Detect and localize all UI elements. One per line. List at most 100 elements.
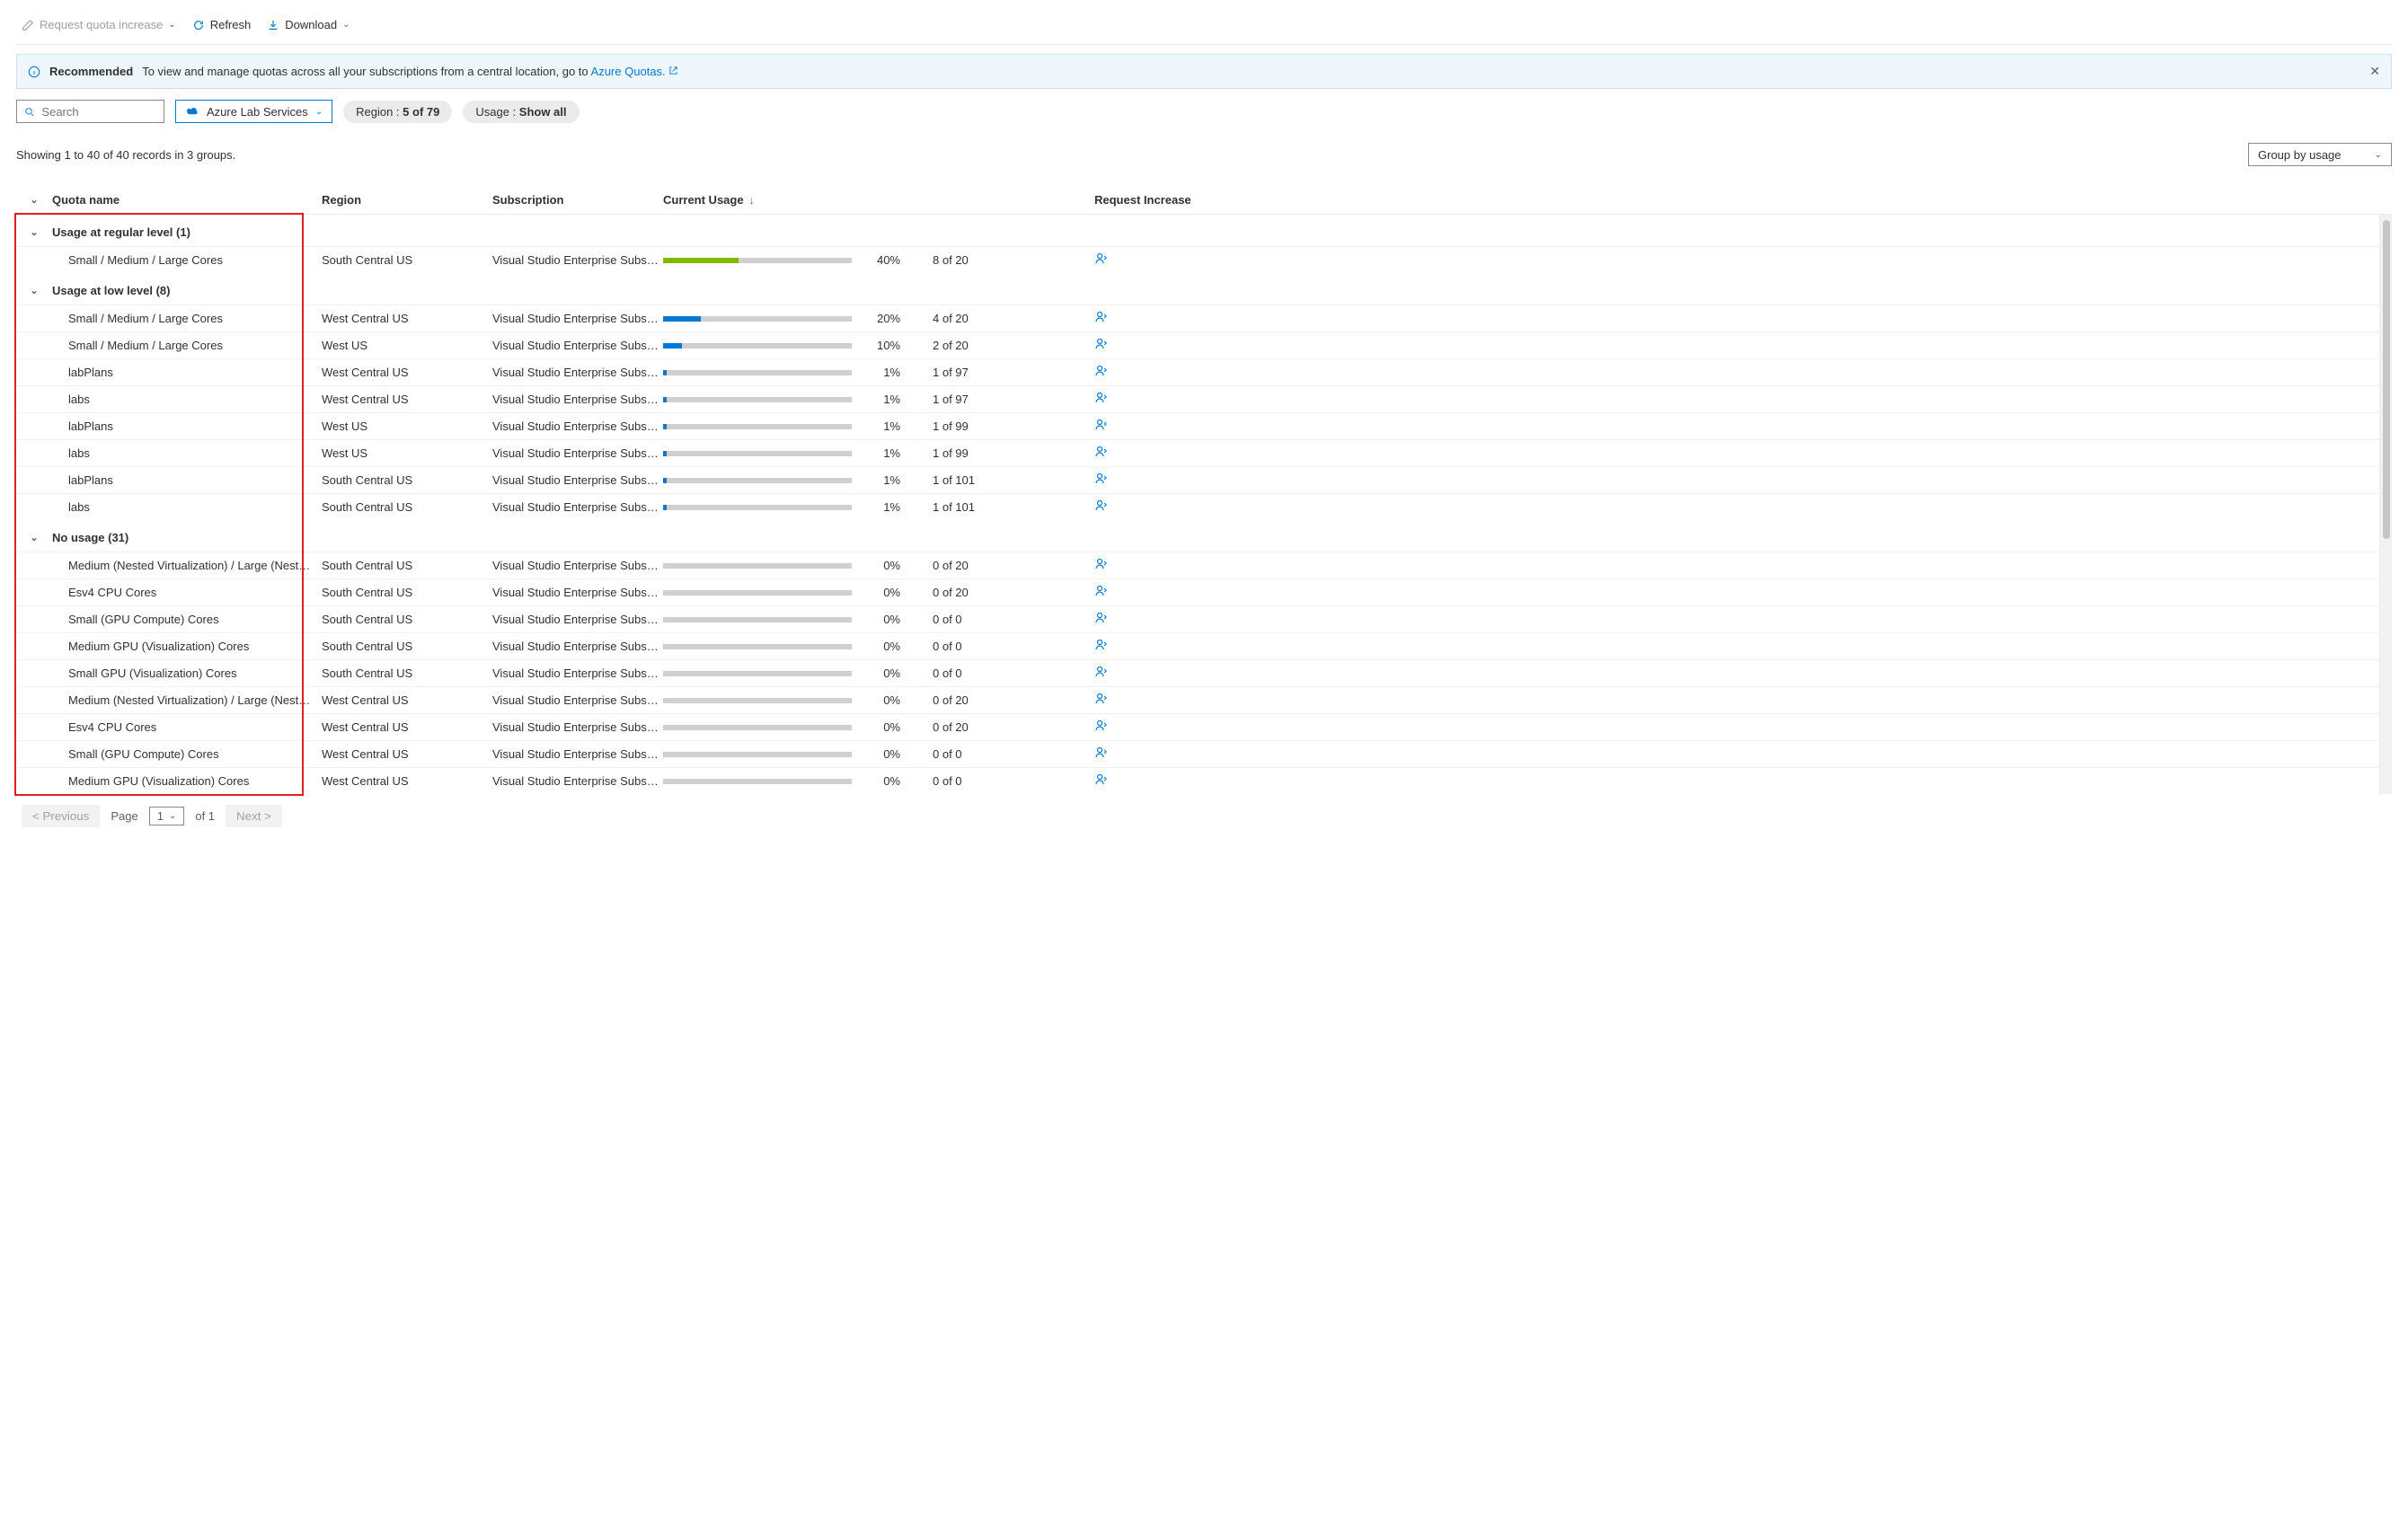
- region-cell: South Central US: [322, 473, 492, 487]
- table-row[interactable]: Esv4 CPU CoresWest Central USVisual Stud…: [16, 713, 2379, 740]
- request-quota-increase-button[interactable]: Request quota increase ⌄: [22, 18, 176, 31]
- usage-bar: [663, 617, 852, 622]
- request-increase-button[interactable]: [1094, 719, 2379, 736]
- refresh-button[interactable]: Refresh: [192, 18, 252, 31]
- quota-name: Esv4 CPU Cores: [52, 720, 322, 734]
- table-row[interactable]: labPlansSouth Central USVisual Studio En…: [16, 466, 2379, 493]
- column-header-region[interactable]: Region: [322, 193, 492, 207]
- usage-cell: 0%: [663, 720, 933, 734]
- request-increase-button[interactable]: [1094, 611, 2379, 628]
- table-row[interactable]: labsWest Central USVisual Studio Enterpr…: [16, 385, 2379, 412]
- subscription-cell: Visual Studio Enterprise Subscri…: [492, 366, 663, 379]
- region-cell: West US: [322, 446, 492, 460]
- table-row[interactable]: Small (GPU Compute) CoresSouth Central U…: [16, 605, 2379, 632]
- request-increase-button[interactable]: [1094, 746, 2379, 763]
- table-row[interactable]: Small (GPU Compute) CoresWest Central US…: [16, 740, 2379, 767]
- quota-table: ⌄ Quota name Region Subscription Current…: [16, 186, 2392, 794]
- table-row[interactable]: Esv4 CPU CoresSouth Central USVisual Stu…: [16, 578, 2379, 605]
- page-number: 1: [157, 809, 164, 823]
- usage-count: 2 of 20: [933, 339, 1094, 352]
- request-increase-button[interactable]: [1094, 638, 2379, 655]
- usage-bar: [663, 671, 852, 676]
- request-increase-button[interactable]: [1094, 391, 2379, 408]
- table-row[interactable]: Medium GPU (Visualization) CoresWest Cen…: [16, 767, 2379, 794]
- request-increase-button[interactable]: [1094, 665, 2379, 682]
- table-row[interactable]: labsSouth Central USVisual Studio Enterp…: [16, 493, 2379, 520]
- table-row[interactable]: Small / Medium / Large CoresWest USVisua…: [16, 331, 2379, 358]
- recommendation-banner: Recommended To view and manage quotas ac…: [16, 54, 2392, 89]
- refresh-label: Refresh: [210, 18, 252, 31]
- group-header[interactable]: ⌄Usage at low level (8): [16, 273, 2379, 305]
- sort-descending-icon: ↓: [749, 194, 755, 207]
- request-increase-button[interactable]: [1094, 445, 2379, 462]
- group-header[interactable]: ⌄No usage (31): [16, 520, 2379, 552]
- region-filter[interactable]: Region : 5 of 79: [343, 101, 452, 123]
- usage-count: 0 of 20: [933, 586, 1094, 599]
- search-input-wrapper[interactable]: [16, 100, 164, 123]
- request-increase-button[interactable]: [1094, 772, 2379, 790]
- request-increase-button[interactable]: [1094, 584, 2379, 601]
- column-header-name[interactable]: Quota name: [52, 193, 322, 207]
- table-row[interactable]: labPlansWest USVisual Studio Enterprise …: [16, 412, 2379, 439]
- quota-name: Small (GPU Compute) Cores: [52, 747, 322, 761]
- table-row[interactable]: Small GPU (Visualization) CoresSouth Cen…: [16, 659, 2379, 686]
- azure-quotas-link[interactable]: Azure Quotas.: [591, 65, 666, 78]
- table-row[interactable]: Small / Medium / Large CoresSouth Centra…: [16, 246, 2379, 273]
- usage-percent: 0%: [864, 559, 900, 572]
- usage-percent: 0%: [864, 747, 900, 761]
- request-increase-button[interactable]: [1094, 472, 2379, 489]
- quota-name: labPlans: [52, 366, 322, 379]
- usage-percent: 1%: [864, 393, 900, 406]
- chevron-down-icon: ⌄: [16, 285, 52, 296]
- table-row[interactable]: Medium (Nested Virtualization) / Large (…: [16, 552, 2379, 578]
- previous-page-button[interactable]: < Previous: [22, 805, 100, 827]
- request-increase-button[interactable]: [1094, 499, 2379, 516]
- usage-count: 1 of 101: [933, 500, 1094, 514]
- request-increase-button[interactable]: [1094, 252, 2379, 269]
- table-row[interactable]: Small / Medium / Large CoresWest Central…: [16, 305, 2379, 331]
- vertical-scrollbar[interactable]: [2379, 215, 2392, 794]
- request-increase-button[interactable]: [1094, 310, 2379, 327]
- usage-count: 0 of 0: [933, 774, 1094, 788]
- search-icon: [24, 106, 34, 118]
- usage-bar: [663, 343, 852, 349]
- usage-filter[interactable]: Usage : Show all: [463, 101, 579, 123]
- download-button[interactable]: Download ⌄: [267, 18, 350, 31]
- subscription-cell: Visual Studio Enterprise Subscri…: [492, 613, 663, 626]
- request-increase-button[interactable]: [1094, 418, 2379, 435]
- expand-all-toggle[interactable]: ⌄: [16, 194, 52, 206]
- column-header-usage[interactable]: Current Usage↓: [663, 193, 933, 207]
- usage-percent: 1%: [864, 473, 900, 487]
- request-increase-button[interactable]: [1094, 557, 2379, 574]
- usage-count: 0 of 20: [933, 693, 1094, 707]
- request-increase-button[interactable]: [1094, 337, 2379, 354]
- column-header-subscription[interactable]: Subscription: [492, 193, 663, 207]
- table-row[interactable]: Medium GPU (Visualization) CoresSouth Ce…: [16, 632, 2379, 659]
- group-title: Usage at low level (8): [52, 284, 171, 297]
- request-increase-button[interactable]: [1094, 692, 2379, 709]
- table-row[interactable]: Medium (Nested Virtualization) / Large (…: [16, 686, 2379, 713]
- page-number-dropdown[interactable]: 1 ⌄: [149, 807, 185, 825]
- provider-dropdown[interactable]: Azure Lab Services ⌄: [175, 100, 332, 123]
- usage-cell: 0%: [663, 774, 933, 788]
- group-by-dropdown[interactable]: Group by usage ⌄: [2248, 143, 2392, 166]
- table-row[interactable]: labsWest USVisual Studio Enterprise Subs…: [16, 439, 2379, 466]
- group-header[interactable]: ⌄Usage at regular level (1): [16, 215, 2379, 246]
- quota-name: Small GPU (Visualization) Cores: [52, 666, 322, 680]
- table-row[interactable]: labPlansWest Central USVisual Studio Ent…: [16, 358, 2379, 385]
- request-increase-button[interactable]: [1094, 364, 2379, 381]
- cloud-icon: [185, 106, 199, 117]
- scrollbar-thumb[interactable]: [2383, 220, 2390, 539]
- next-page-button[interactable]: Next >: [226, 805, 282, 827]
- usage-percent: 1%: [864, 419, 900, 433]
- refresh-icon: [192, 19, 205, 31]
- quota-name: labPlans: [52, 419, 322, 433]
- search-input[interactable]: [40, 104, 156, 119]
- usage-cell: 1%: [663, 473, 933, 487]
- usage-count: 0 of 0: [933, 613, 1094, 626]
- region-cell: South Central US: [322, 253, 492, 267]
- close-banner-button[interactable]: ✕: [2369, 64, 2380, 79]
- chevron-down-icon: ⌄: [315, 107, 323, 117]
- column-header-request[interactable]: Request Increase: [1094, 193, 2392, 207]
- banner-text: To view and manage quotas across all you…: [142, 65, 678, 78]
